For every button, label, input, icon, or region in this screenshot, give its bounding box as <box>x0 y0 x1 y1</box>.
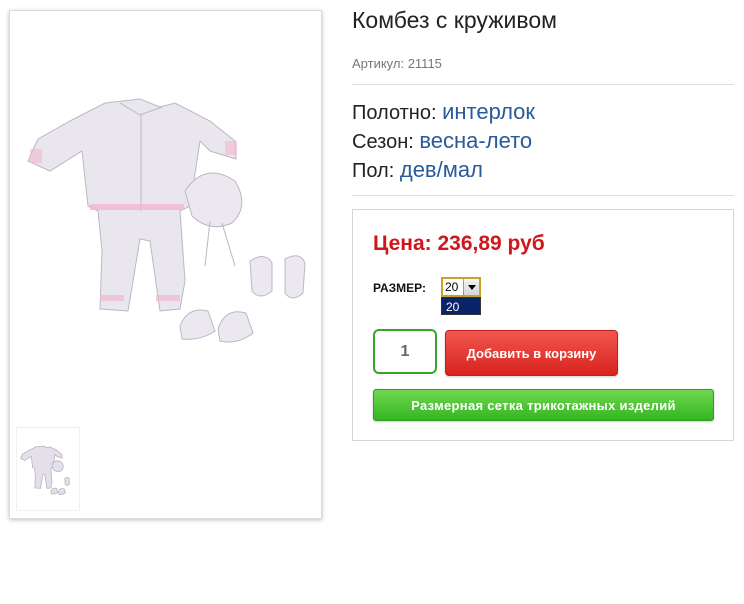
attribute-label: Пол: <box>352 160 395 182</box>
size-select[interactable]: 20 <box>441 277 481 297</box>
attribute-value[interactable]: дев/мал <box>400 157 483 182</box>
attribute-fabric: Полотно: интерлок <box>352 98 535 127</box>
product-thumbnail[interactable] <box>16 427 80 511</box>
attribute-value[interactable]: весна-лето <box>419 128 532 153</box>
attribute-gender: Пол: дев/мал <box>352 156 535 185</box>
product-sku: Артикул: 21115 <box>352 56 442 71</box>
attribute-label: Полотно: <box>352 102 437 124</box>
chevron-down-icon[interactable] <box>463 279 479 295</box>
divider <box>352 84 734 85</box>
size-option[interactable]: 20 <box>441 297 481 315</box>
product-attributes: Полотно: интерлок Сезон: весна-лето Пол:… <box>352 98 535 185</box>
add-to-cart-button[interactable]: Добавить в корзину <box>445 330 618 376</box>
product-gallery <box>9 10 322 519</box>
attribute-season: Сезон: весна-лето <box>352 127 535 156</box>
size-label: РАЗМЕР: <box>373 281 426 295</box>
quantity-input[interactable]: 1 <box>373 329 437 374</box>
product-main-image[interactable] <box>10 11 321 417</box>
attribute-value[interactable]: интерлок <box>442 99 535 124</box>
purchase-box: Цена: 236,89 руб РАЗМЕР: 20 20 1 Добавит… <box>352 209 734 441</box>
product-title: Комбез с круживом <box>352 7 557 33</box>
divider <box>352 195 734 196</box>
attribute-label: Сезон: <box>352 131 414 153</box>
size-selected-value: 20 <box>445 280 459 294</box>
price: Цена: 236,89 руб <box>373 232 545 255</box>
size-chart-button[interactable]: Размерная сетка трикотажных изделий <box>373 389 714 421</box>
